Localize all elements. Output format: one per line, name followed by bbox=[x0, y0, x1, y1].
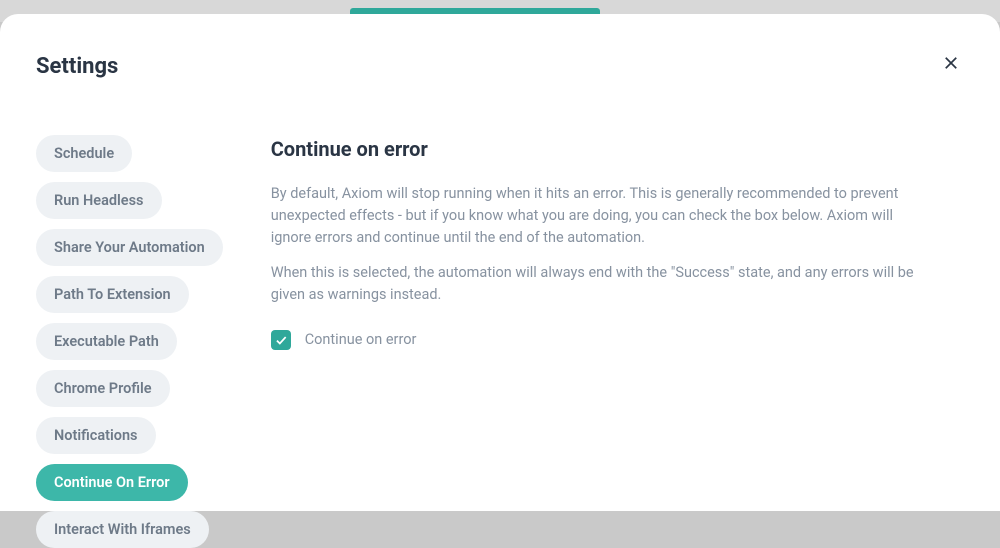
settings-modal: Settings Schedule Run Headless Share You… bbox=[0, 14, 1000, 511]
sidebar-item-continue-on-error[interactable]: Continue On Error bbox=[36, 464, 188, 501]
settings-sidebar: Schedule Run Headless Share Your Automat… bbox=[36, 135, 223, 548]
check-icon bbox=[274, 333, 288, 347]
sidebar-item-chrome-profile[interactable]: Chrome Profile bbox=[36, 370, 170, 407]
settings-detail-pane: Continue on error By default, Axiom will… bbox=[271, 135, 931, 548]
section-title: Continue on error bbox=[271, 137, 931, 161]
modal-content: Schedule Run Headless Share Your Automat… bbox=[36, 135, 964, 548]
continue-on-error-checkbox-label: Continue on error bbox=[305, 331, 417, 348]
sidebar-item-share-your-automation[interactable]: Share Your Automation bbox=[36, 229, 223, 266]
section-description-2: When this is selected, the automation wi… bbox=[271, 262, 931, 306]
continue-on-error-checkbox-row: Continue on error bbox=[271, 330, 931, 350]
modal-header: Settings bbox=[36, 54, 964, 79]
sidebar-item-run-headless[interactable]: Run Headless bbox=[36, 182, 162, 219]
modal-title: Settings bbox=[36, 54, 118, 79]
close-icon bbox=[942, 54, 960, 72]
continue-on-error-checkbox[interactable] bbox=[271, 330, 291, 350]
sidebar-item-interact-with-iframes[interactable]: Interact With Iframes bbox=[36, 511, 209, 548]
section-description-1: By default, Axiom will stop running when… bbox=[271, 183, 931, 248]
close-button[interactable] bbox=[938, 50, 964, 79]
sidebar-item-schedule[interactable]: Schedule bbox=[36, 135, 132, 172]
sidebar-item-notifications[interactable]: Notifications bbox=[36, 417, 156, 454]
sidebar-item-path-to-extension[interactable]: Path To Extension bbox=[36, 276, 189, 313]
sidebar-item-executable-path[interactable]: Executable Path bbox=[36, 323, 177, 360]
